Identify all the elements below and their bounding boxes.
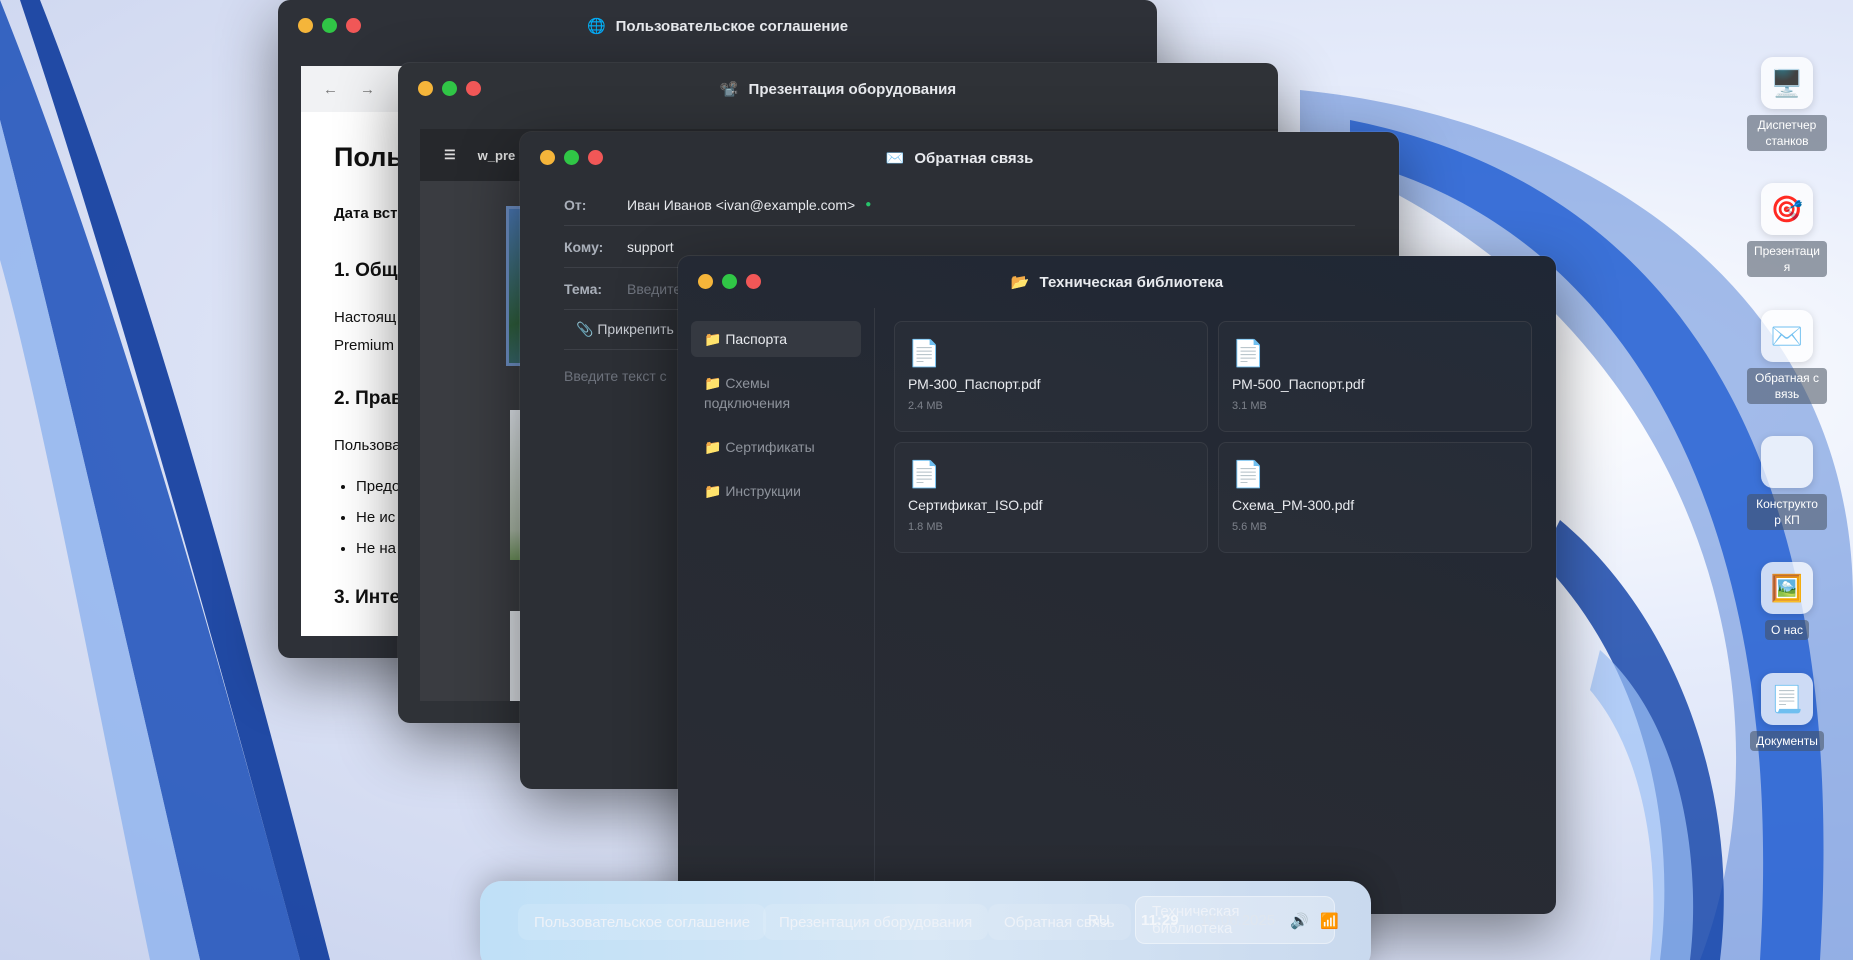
taskbar: Пользовательское соглашение Презентация … bbox=[480, 881, 1371, 960]
desktop-icon-feedback[interactable]: ✉️ Обратная связь bbox=[1747, 310, 1827, 404]
title-bar[interactable]: ✉️ Обратная связь bbox=[520, 132, 1399, 184]
desktop-icon-documents[interactable]: 📃 Документы bbox=[1747, 673, 1827, 751]
file-size: 3.1 MB bbox=[1232, 400, 1267, 412]
file-name: РМ-500_Паспорт.pdf bbox=[1232, 376, 1365, 392]
taskbar-tab-agreement[interactable]: Пользовательское соглашение bbox=[518, 904, 767, 940]
document-icon: 📄 bbox=[908, 459, 941, 489]
desktop-icon-label: О нас bbox=[1765, 620, 1809, 640]
back-arrow-icon[interactable]: ← bbox=[323, 81, 338, 98]
title-bar[interactable]: 📽️ Презентация оборудования bbox=[398, 63, 1278, 115]
desktop-icon-label: Конструктор КП bbox=[1747, 494, 1827, 530]
target-icon: 🎯 bbox=[1761, 183, 1813, 235]
file-card[interactable]: 📄 Сертификат_ISO.pdf 1.8 MB bbox=[894, 442, 1208, 553]
file-name: Сертификат_ISO.pdf bbox=[908, 497, 1043, 513]
desktop-icon-label: Обратная связь bbox=[1747, 368, 1827, 404]
file-card[interactable]: 📄 Схема_РМ-300.pdf 5.6 MB bbox=[1218, 442, 1532, 553]
wifi-icon[interactable]: 📶 bbox=[1320, 912, 1339, 930]
sidebar-item-instructions[interactable]: 📁 Инструкции bbox=[691, 473, 861, 509]
desktop-icon-machines[interactable]: 🖥️ Диспетчер станков bbox=[1747, 57, 1827, 151]
sidebar-item-certificates[interactable]: 📁 Сертификаты bbox=[691, 429, 861, 465]
sidebar-item-schemes[interactable]: 📁 Схемы подключения bbox=[691, 365, 861, 421]
to-label: Кому: bbox=[564, 238, 604, 255]
monitor-icon: 🖥️ bbox=[1761, 57, 1813, 109]
library-window: 📂 Техническая библиотека 📁 Паспорта 📁 Схе… bbox=[678, 256, 1556, 914]
title-bar[interactable]: 📂 Техническая библиотека bbox=[678, 256, 1556, 308]
menu-icon[interactable]: ☰ bbox=[444, 147, 456, 163]
file-name: Схема_РМ-300.pdf bbox=[1232, 497, 1355, 513]
desktop-icon-about[interactable]: 🖼️ О нас bbox=[1747, 562, 1827, 640]
desktop-icon-presentation[interactable]: 🎯 Презентация bbox=[1747, 183, 1827, 277]
forward-arrow-icon[interactable]: → bbox=[360, 81, 375, 98]
file-name: w_pre bbox=[477, 147, 516, 163]
blank-app-icon bbox=[1761, 436, 1813, 488]
file-grid: 📄 РМ-300_Паспорт.pdf 2.4 MB 📄 РМ-500_Пас… bbox=[894, 321, 1532, 553]
file-name: РМ-300_Паспорт.pdf bbox=[908, 376, 1041, 392]
from-field[interactable]: Иван Иванов <ivan@example.com> bbox=[627, 197, 855, 213]
subject-label: Тема: bbox=[564, 280, 603, 297]
window-title: Пользовательское соглашение bbox=[615, 18, 849, 35]
document-icon: 📃 bbox=[1761, 673, 1813, 725]
desktop-icon-label: Презентация bbox=[1747, 241, 1827, 277]
file-card[interactable]: 📄 РМ-500_Паспорт.pdf 3.1 MB bbox=[1218, 321, 1532, 432]
sidebar-item-passports[interactable]: 📁 Паспорта bbox=[691, 321, 861, 357]
globe-icon: 🌐 bbox=[586, 18, 606, 35]
language-indicator[interactable]: RU bbox=[1088, 912, 1110, 929]
from-row: От: Иван Иванов <ivan@example.com> ● bbox=[564, 184, 1355, 226]
window-title: Презентация оборудования bbox=[748, 81, 957, 98]
title-bar[interactable]: 🌐 Пользовательское соглашение bbox=[278, 0, 1157, 52]
window-title: Техническая библиотека bbox=[1039, 274, 1224, 291]
desktop-icon-constructor[interactable]: Конструктор КП bbox=[1747, 436, 1827, 530]
document-icon: 📄 bbox=[908, 338, 941, 368]
taskbar-tab-presentation[interactable]: Презентация оборудования bbox=[763, 904, 989, 940]
folder-sidebar: 📁 Паспорта 📁 Схемы подключения 📁 Сертифи… bbox=[678, 308, 875, 914]
envelope-icon: ✉️ bbox=[885, 150, 905, 167]
file-card[interactable]: 📄 РМ-300_Паспорт.pdf 2.4 MB bbox=[894, 321, 1208, 432]
clock-time: 11:29 bbox=[1141, 912, 1179, 929]
clock-date: 19.06.2025 bbox=[1200, 912, 1276, 929]
to-field[interactable]: support bbox=[627, 239, 674, 255]
folder-open-icon: 📂 bbox=[1010, 274, 1030, 291]
status-dot-icon: ● bbox=[865, 199, 872, 210]
envelope-icon: ✉️ bbox=[1761, 310, 1813, 362]
volume-icon[interactable]: 🔊 bbox=[1290, 912, 1309, 930]
file-size: 1.8 MB bbox=[908, 521, 943, 533]
from-label: От: bbox=[564, 196, 587, 213]
file-size: 5.6 MB bbox=[1232, 521, 1267, 533]
window-title: Обратная связь bbox=[914, 150, 1034, 167]
desktop-icon-label: Документы bbox=[1750, 731, 1824, 751]
document-icon: 📄 bbox=[1232, 459, 1265, 489]
projector-icon: 📽️ bbox=[719, 81, 739, 98]
file-size: 2.4 MB bbox=[908, 400, 943, 412]
document-icon: 📄 bbox=[1232, 338, 1265, 368]
subject-input[interactable]: Введите bbox=[627, 281, 681, 297]
desktop-icon-label: Диспетчер станков bbox=[1747, 115, 1827, 151]
picture-icon: 🖼️ bbox=[1761, 562, 1813, 614]
